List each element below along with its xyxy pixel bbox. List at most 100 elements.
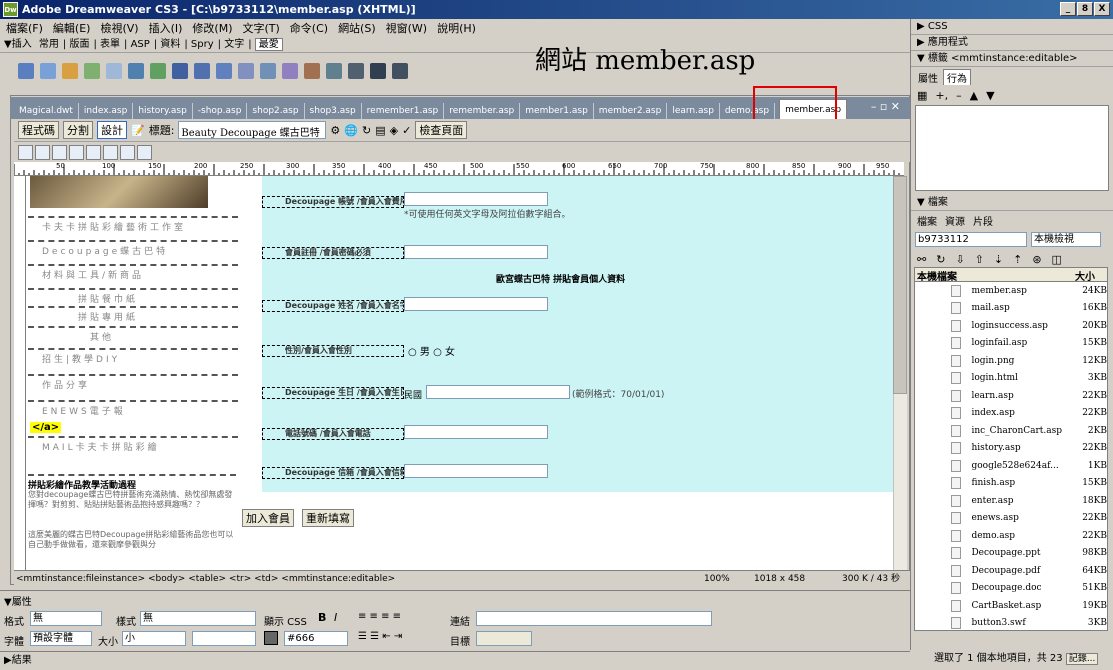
- insert-tab-text[interactable]: 文字: [224, 39, 244, 50]
- close-button[interactable]: X: [1094, 2, 1110, 16]
- doc-tab[interactable]: learn.asp: [667, 103, 720, 119]
- column-header-name[interactable]: 本機檔案: [915, 268, 1065, 283]
- image-icon[interactable]: [128, 63, 144, 79]
- doc-tab[interactable]: history.asp: [133, 103, 193, 119]
- insert-tab-favorites[interactable]: 最愛: [254, 38, 283, 51]
- new-icon[interactable]: [18, 144, 33, 160]
- name-input[interactable]: [404, 297, 548, 311]
- nav-item[interactable]: Decoupage蝶古巴特: [28, 240, 238, 262]
- file-row[interactable]: Decoupage.pdf 64KB: [915, 562, 1107, 580]
- file-row[interactable]: index.asp 22KB: [915, 405, 1107, 423]
- size-select[interactable]: 小: [122, 631, 186, 646]
- template-icon[interactable]: [216, 63, 232, 79]
- file-row[interactable]: login.png 12KB: [915, 352, 1107, 370]
- refresh-icon[interactable]: ↻: [362, 124, 371, 137]
- font-select[interactable]: 預設字體: [30, 631, 92, 646]
- connect-icon[interactable]: ⚯: [917, 253, 926, 266]
- zoom-select[interactable]: 100%: [704, 571, 730, 587]
- tag-inspector-header[interactable]: ▼ 標籤 <mmtinstance:editable>: [911, 51, 1113, 67]
- doc-tab[interactable]: remember.asp: [444, 103, 521, 119]
- reset-button[interactable]: 重新填寫: [302, 509, 354, 527]
- view-options-icon[interactable]: ▤: [375, 124, 385, 137]
- file-row[interactable]: member.asp 24KB: [915, 282, 1107, 300]
- refresh-files-icon[interactable]: ↻: [936, 253, 945, 266]
- nav-item[interactable]: 作品分享: [28, 374, 238, 396]
- insert-tab-common[interactable]: 常用: [39, 39, 59, 50]
- live-data-icon[interactable]: 📝: [131, 124, 145, 137]
- css-panel-header[interactable]: ▶ CSS: [911, 19, 1113, 35]
- browser-preview-icon[interactable]: 🌐: [344, 124, 358, 137]
- date-icon[interactable]: [172, 63, 188, 79]
- restore-button[interactable]: 8: [1077, 2, 1093, 16]
- move-up-icon[interactable]: ▲: [970, 89, 978, 102]
- menu-help[interactable]: 說明(H): [437, 20, 476, 36]
- file-row[interactable]: button3.swf 3KB: [915, 615, 1107, 631]
- hyperlink-icon[interactable]: [18, 63, 34, 79]
- remove-behavior-icon[interactable]: –: [956, 89, 962, 102]
- flash-icon[interactable]: [370, 63, 386, 79]
- email-input[interactable]: [404, 464, 548, 478]
- menu-text[interactable]: 文字(T): [242, 20, 279, 36]
- split-view-button[interactable]: 分割: [63, 121, 93, 139]
- save-all-icon[interactable]: [86, 144, 101, 160]
- debug-icon[interactable]: ⚙: [330, 124, 340, 137]
- file-row[interactable]: inc_CharonCart.asp 2KB: [915, 422, 1107, 440]
- file-row[interactable]: CartBasket.asp 19KB: [915, 597, 1107, 615]
- form-icon[interactable]: [238, 63, 254, 79]
- menu-window[interactable]: 視窗(W): [386, 20, 427, 36]
- check-in-icon[interactable]: ⇡: [1013, 253, 1022, 266]
- align-buttons[interactable]: ≡ ≡ ≡ ≡: [358, 611, 401, 622]
- file-row[interactable]: login.html 3KB: [915, 370, 1107, 388]
- doc-tab[interactable]: Magical.dwt: [14, 103, 79, 119]
- files-tab[interactable]: 檔案: [917, 213, 937, 228]
- save-icon[interactable]: [69, 144, 84, 160]
- italic-button[interactable]: I: [334, 611, 337, 624]
- file-row[interactable]: Decoupage.ppt 98KB: [915, 545, 1107, 563]
- assets-tab[interactable]: 資源: [945, 213, 965, 228]
- menu-file[interactable]: 檔案(F): [6, 20, 43, 36]
- doc-tab[interactable]: member1.asp: [520, 103, 594, 119]
- birthday-input[interactable]: [426, 385, 570, 399]
- doc-tab[interactable]: -shop.asp: [193, 103, 248, 119]
- nav-item[interactable]: 招生|教學DIY: [28, 348, 238, 370]
- doc-tab[interactable]: remember1.asp: [362, 103, 445, 119]
- file-row[interactable]: enews.asp 22KB: [915, 510, 1107, 528]
- file-row[interactable]: Decoupage.doc 51KB: [915, 580, 1107, 598]
- minimize-button[interactable]: _: [1060, 2, 1076, 16]
- file-row[interactable]: demo.asp 22KB: [915, 527, 1107, 545]
- table-icon[interactable]: [84, 63, 100, 79]
- file-row[interactable]: history.asp 22KB: [915, 440, 1107, 458]
- menu-commands[interactable]: 命令(C): [290, 20, 328, 36]
- nav-item[interactable]: 拼貼專用紙: [28, 306, 238, 328]
- window-size-select[interactable]: 1018 x 458: [754, 571, 805, 587]
- validate-icon[interactable]: ✓: [402, 124, 411, 137]
- check-out-icon[interactable]: ⇣: [994, 253, 1003, 266]
- sync-icon[interactable]: ⊛: [1032, 253, 1041, 266]
- account-input[interactable]: [404, 192, 548, 206]
- file-row[interactable]: google528e624af... 1KB: [915, 457, 1107, 475]
- file-row[interactable]: loginsuccess.asp 20KB: [915, 317, 1107, 335]
- files-panel-header[interactable]: ▼ 檔案: [911, 195, 1113, 211]
- check-page-button[interactable]: 檢查頁面: [415, 121, 468, 139]
- checkbox-icon[interactable]: [304, 63, 320, 79]
- show-set-events-icon[interactable]: ▦: [917, 89, 927, 102]
- comment-icon[interactable]: [194, 63, 210, 79]
- media-icon[interactable]: [150, 63, 166, 79]
- code-view-button[interactable]: 程式碼: [18, 121, 59, 139]
- radio-icon[interactable]: [326, 63, 342, 79]
- behaviors-tab[interactable]: 行為: [943, 69, 971, 85]
- scroll-thumb[interactable]: [893, 176, 907, 394]
- attributes-tab[interactable]: 屬性: [915, 70, 941, 85]
- nav-item[interactable]: 卡夫卡拼貼彩繪藝術工作室: [28, 216, 238, 238]
- insert-tab-asp[interactable]: ASP: [131, 39, 150, 50]
- doc-window-controls[interactable]: – ▫ ✕: [871, 100, 900, 113]
- anchor-icon[interactable]: [62, 63, 78, 79]
- join-member-button[interactable]: 加入會員: [242, 509, 294, 527]
- email-link-icon[interactable]: [40, 63, 56, 79]
- copy-icon[interactable]: [137, 144, 152, 160]
- view-select[interactable]: 本機檢視: [1031, 231, 1101, 247]
- doc-tab[interactable]: index.asp: [79, 103, 134, 119]
- open-icon[interactable]: [35, 144, 50, 160]
- button-icon[interactable]: [282, 63, 298, 79]
- column-header-size[interactable]: 大小: [1065, 268, 1095, 283]
